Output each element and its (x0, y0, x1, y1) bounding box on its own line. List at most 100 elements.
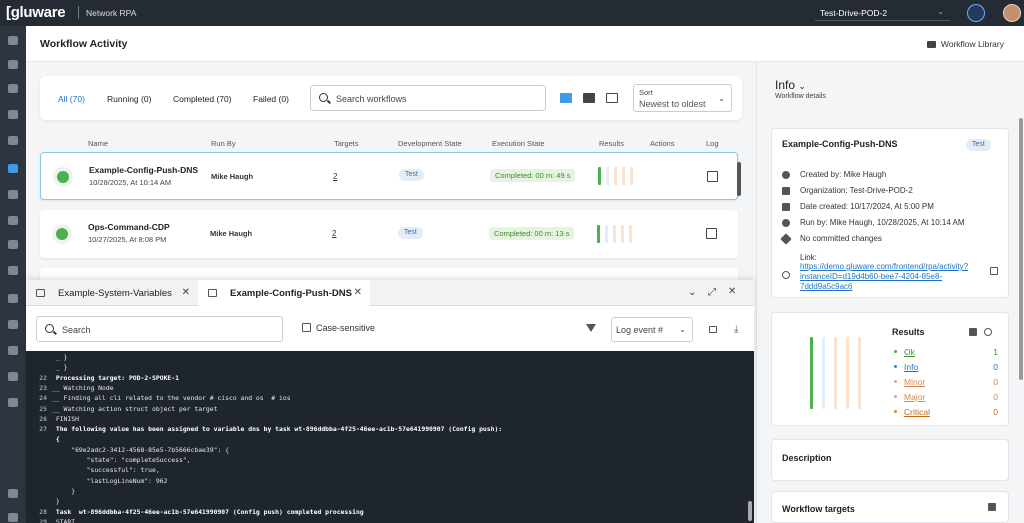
log-icon[interactable] (707, 171, 718, 182)
description-card[interactable]: Description (771, 439, 1009, 481)
tab-example-system-variables[interactable]: Example-System-Variables ✕ (26, 280, 198, 306)
success-check-icon (53, 167, 73, 187)
dev-state-badge: Test (398, 227, 423, 239)
calendar-icon[interactable] (8, 372, 18, 381)
line-number: 27 (39, 425, 47, 434)
filter-icon[interactable] (586, 324, 596, 332)
chevron-down-icon: ⌄ (798, 81, 806, 91)
list-icon[interactable] (8, 216, 18, 225)
log-line: 26 FINISH (26, 414, 754, 424)
tab-failed[interactable]: Failed (0) (253, 94, 289, 104)
sidebar (0, 26, 26, 523)
building-icon (782, 187, 790, 195)
committed-changes: No committed changes (800, 234, 882, 243)
line-text: _ } (52, 363, 68, 372)
close-icon[interactable]: ✕ (182, 287, 190, 298)
targets-link[interactable]: 2 (332, 229, 336, 238)
inventory-icon[interactable] (8, 84, 18, 93)
log-panel: Example-System-Variables ✕ Example-Confi… (26, 280, 754, 523)
topology-icon[interactable] (8, 240, 18, 249)
instance-link[interactable]: https://demo.gluware.com/frontend/rpa/ac… (800, 262, 968, 271)
tab-all[interactable]: All (70) (58, 94, 85, 104)
results-bar-ok (597, 225, 600, 243)
results-bar-major (621, 225, 624, 243)
tag-icon[interactable] (8, 190, 18, 199)
instance-link[interactable]: 7ddd9a5c9ac6 (800, 282, 853, 291)
download-icon[interactable]: ⤓ (734, 324, 738, 335)
results-bar-minor (614, 167, 617, 185)
column-header-results: Results (599, 139, 625, 148)
results-bar-critical (629, 225, 632, 243)
dashboard-icon[interactable] (8, 36, 18, 45)
layers-icon[interactable] (8, 320, 18, 329)
tab-running[interactable]: Running (0) (107, 94, 151, 104)
results-bar-minor (834, 337, 837, 409)
case-sensitive-checkbox[interactable]: Case-sensitive (302, 323, 375, 333)
user-icon[interactable] (8, 513, 18, 522)
close-icon[interactable]: ✕ (354, 287, 362, 298)
line-number: 26 (39, 414, 47, 423)
lock-icon[interactable] (709, 326, 717, 333)
workflow-library-link[interactable]: Workflow Library (926, 39, 1004, 49)
log-event-select[interactable]: Log event # ⌄ (611, 317, 693, 342)
table-row[interactable]: Ops-Command-CDP 10/27/2025, At 8:08 PM M… (40, 210, 738, 258)
instance-link[interactable]: instanceID=d19d4b60-bee7-4204-85e8- (800, 272, 942, 281)
calendar-view-icon[interactable] (606, 93, 618, 103)
tab-example-config-push-dns[interactable]: Example-Config-Push-DNS ✕ (198, 280, 370, 306)
results-bar-ok (810, 337, 813, 409)
line-text: __ Finding all cli related to the vendor… (52, 394, 291, 403)
log-line: 29 START (26, 517, 754, 523)
results-mini-chart (597, 225, 637, 243)
info-title[interactable]: Info ⌄ (775, 78, 806, 92)
list-view-icon[interactable] (560, 93, 572, 103)
search-icon (45, 324, 54, 333)
diamond-icon (780, 233, 792, 245)
user-avatar[interactable] (1003, 4, 1021, 22)
assistant-icon[interactable] (967, 4, 985, 22)
scrollbar[interactable] (1019, 118, 1023, 380)
copy-icon[interactable] (990, 267, 998, 275)
chevron-down-icon[interactable]: ⌄ (688, 287, 696, 298)
log-line: "lastLogLineNum": 962 (26, 476, 754, 486)
bar-chart-icon[interactable] (969, 328, 977, 336)
sync-icon[interactable] (8, 110, 18, 119)
sort-select[interactable]: Sort Newest to oldest ⌄ (633, 84, 732, 112)
link-label: Link: (800, 253, 817, 262)
results-bar-critical (630, 167, 633, 185)
globe-icon[interactable] (8, 60, 18, 69)
building-icon[interactable] (8, 398, 18, 407)
maximize-icon[interactable]: ⤢ (708, 287, 716, 298)
log-icon[interactable] (706, 228, 717, 239)
tab-label: Example-Config-Push-DNS (230, 288, 352, 299)
line-text: __ Watching Node (52, 383, 114, 392)
search-workflows-input[interactable]: Search workflows (310, 85, 546, 111)
targets-link[interactable]: 2 (333, 172, 337, 181)
divider (78, 6, 79, 19)
edit-icon[interactable] (8, 136, 18, 145)
rpa-icon[interactable] (8, 164, 18, 173)
tab-completed[interactable]: Completed (70) (173, 94, 232, 104)
table-row[interactable]: Example-Config-Push-DNS 10/28/2025, At 1… (40, 152, 738, 200)
log-line: 28 Task wt-896ddbba-4f25-46ee-ac1b-57e64… (26, 507, 754, 517)
pie-chart-icon[interactable] (984, 328, 992, 336)
search-icon (319, 93, 328, 102)
page-header: Workflow Activity Workflow Library (26, 26, 1024, 62)
gear-icon[interactable] (8, 489, 18, 498)
log-search-input[interactable]: Search (36, 316, 283, 342)
column-header-actions: Actions (650, 139, 675, 148)
workflow-targets-card[interactable]: Workflow targets (771, 491, 1009, 523)
gluware-logo[interactable]: [gluware (6, 4, 66, 21)
wrench-icon[interactable] (8, 294, 18, 303)
log-console[interactable]: _ } _ } 22 Processing target: POD-2-SPOKE… (26, 351, 754, 523)
info-subtitle: Workflow details (775, 93, 826, 100)
results-bar-critical (858, 337, 861, 409)
chevron-up-icon[interactable] (8, 266, 18, 275)
workflow-name: Ops-Command-CDP (88, 222, 170, 232)
scrollbar[interactable] (737, 162, 741, 196)
list-icon[interactable] (988, 503, 996, 511)
close-icon[interactable]: ✕ (728, 286, 736, 297)
card-view-icon[interactable] (583, 93, 595, 103)
download-icon[interactable] (8, 346, 18, 355)
environment-select[interactable]: Test-Drive-POD-2 ⌄ (815, 5, 950, 21)
line-text: "state": "completeSuccess", (52, 456, 191, 464)
